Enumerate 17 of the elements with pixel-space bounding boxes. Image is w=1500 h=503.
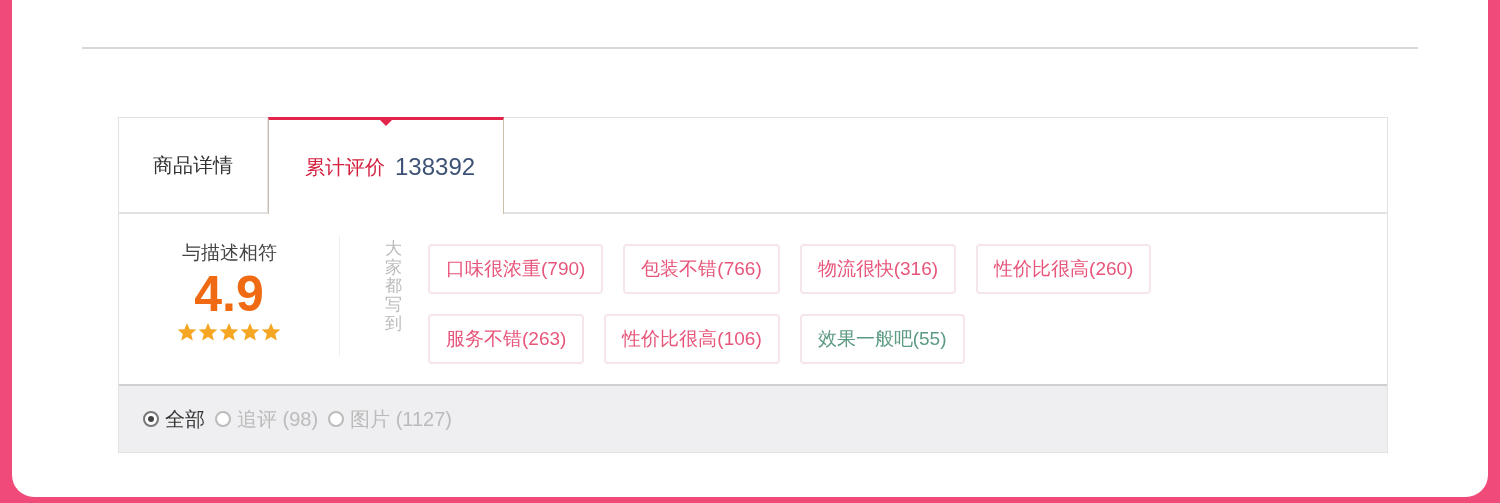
impression-tag[interactable]: 包装不错(766) <box>623 244 780 294</box>
impression-tag[interactable]: 效果一般吧(55) <box>799 314 965 364</box>
rating-label: 与描述相符 <box>181 241 277 265</box>
star-icon <box>219 322 239 342</box>
star-icon <box>240 322 260 342</box>
star-icon <box>261 322 281 342</box>
tab[interactable]: 累计评价 138392 <box>268 117 505 214</box>
impression-tag[interactable]: 口味很浓重(790) <box>428 244 604 294</box>
impression-tag[interactable]: 性价比很高(106) <box>604 314 780 364</box>
filter-radio[interactable]: 全部 <box>143 405 205 433</box>
star-icon <box>177 322 197 342</box>
impression-tag[interactable]: 性价比很高(260) <box>976 244 1152 294</box>
impression-tag[interactable]: 物流很快(316) <box>799 244 957 294</box>
impressions-label: 大家都写到 <box>385 240 402 334</box>
impression-tag[interactable]: 服务不错(263) <box>428 314 585 364</box>
star-icon <box>198 322 218 342</box>
rating-score: 4.9 <box>194 266 264 322</box>
